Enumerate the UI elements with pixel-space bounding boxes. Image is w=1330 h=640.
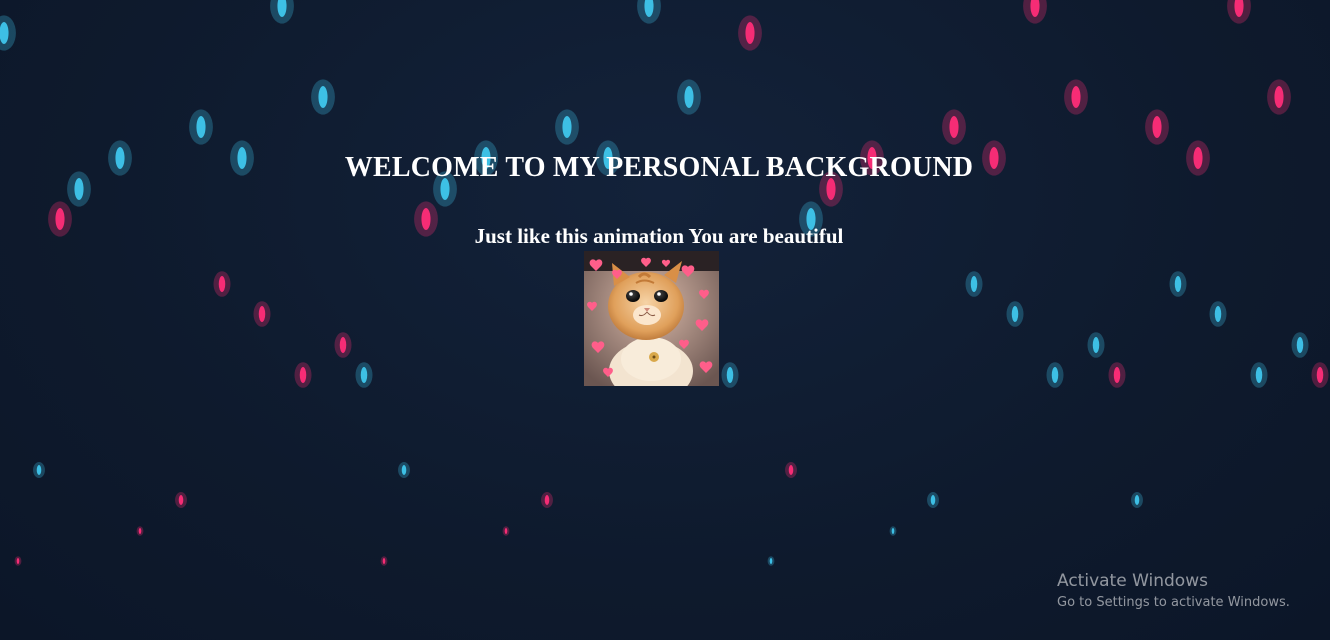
floating-dot [1131, 492, 1143, 508]
floating-dot [1209, 301, 1227, 327]
floating-dot [942, 109, 966, 145]
page-background: WELCOME TO MY PERSONAL BACKGROUND Just l… [0, 0, 1330, 640]
floating-dot [541, 492, 553, 508]
floating-dot [785, 462, 797, 478]
watermark-subtitle: Go to Settings to activate Windows. [1057, 595, 1290, 610]
floating-dot [1087, 332, 1105, 358]
floating-dot [253, 301, 271, 327]
floating-dot [767, 556, 775, 566]
floating-dot [889, 526, 897, 536]
floating-dot [965, 271, 983, 297]
floating-dot [14, 556, 22, 566]
floating-dot [1108, 362, 1126, 388]
floating-dot [334, 332, 352, 358]
floating-dot [1006, 301, 1024, 327]
floating-dot [270, 0, 294, 24]
floating-dot [1311, 362, 1329, 388]
floating-dot [175, 492, 187, 508]
floating-dot [0, 15, 16, 51]
watermark-title: Activate Windows [1057, 571, 1208, 591]
floating-dot [677, 79, 701, 115]
floating-dot [380, 556, 388, 566]
floating-dot [1267, 79, 1291, 115]
floating-dot [1064, 79, 1088, 115]
floating-dot [213, 271, 231, 297]
windows-activation-watermark: Activate Windows Go to Settings to activ… [1057, 570, 1290, 613]
floating-dot [1169, 271, 1187, 297]
floating-dot [1046, 362, 1064, 388]
floating-dot [1023, 0, 1047, 24]
floating-dot [738, 15, 762, 51]
floating-dot [1250, 362, 1268, 388]
floating-dot [33, 462, 45, 478]
floating-dot [136, 526, 144, 536]
floating-dot [355, 362, 373, 388]
page-subtitle: Just like this animation You are beautif… [474, 224, 844, 248]
floating-dot [1145, 109, 1169, 145]
floating-dot [555, 109, 579, 145]
cat-photo [584, 251, 719, 386]
floating-dot [721, 362, 739, 388]
floating-dot [637, 0, 661, 24]
floating-dot [398, 462, 410, 478]
floating-dot [1291, 332, 1309, 358]
floating-dot [927, 492, 939, 508]
page-title: WELCOME TO MY PERSONAL BACKGROUND [344, 152, 974, 183]
floating-dot [311, 79, 335, 115]
floating-dot [1227, 0, 1251, 24]
floating-dot [294, 362, 312, 388]
floating-dot [502, 526, 510, 536]
floating-dot [189, 109, 213, 145]
